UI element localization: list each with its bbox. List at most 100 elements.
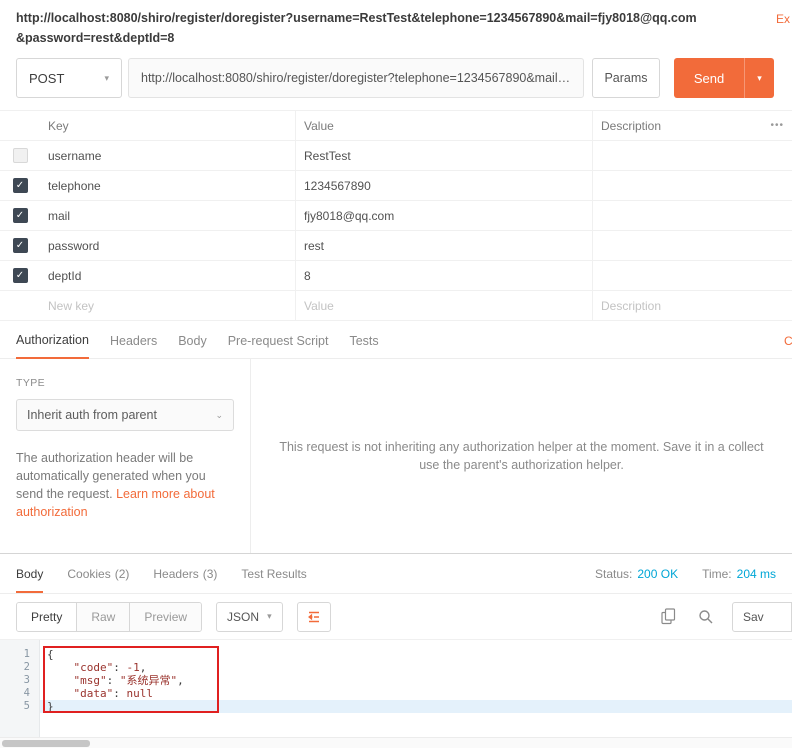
- column-header-key: Key: [40, 111, 295, 140]
- row-checkbox[interactable]: ✓: [13, 178, 28, 193]
- new-row-checkbox-cell: [0, 291, 40, 320]
- auth-message-line2: use the parent's authorization helper.: [279, 456, 763, 474]
- beautify-icon: [306, 610, 322, 624]
- response-tabs: Body Cookies (2) Headers (3) Test Result…: [0, 554, 792, 594]
- line-number: 3: [0, 674, 39, 687]
- new-param-description-placeholder[interactable]: Description: [592, 291, 792, 320]
- tab-body[interactable]: Body: [178, 334, 207, 358]
- param-key[interactable]: mail: [40, 201, 295, 230]
- new-param-value-placeholder[interactable]: Value: [295, 291, 592, 320]
- language-value: JSON: [227, 610, 259, 624]
- send-button[interactable]: Send: [674, 58, 744, 98]
- code-line[interactable]: "data": null: [40, 687, 792, 700]
- examples-link[interactable]: Ex: [776, 12, 792, 26]
- chevron-down-icon: ▾: [104, 73, 109, 84]
- params-button[interactable]: Params: [592, 58, 660, 98]
- param-value[interactable]: fjy8018@qq.com: [295, 201, 592, 230]
- view-mode-switcher: Pretty Raw Preview: [16, 602, 202, 632]
- check-icon: ✓: [16, 211, 24, 221]
- param-description[interactable]: [592, 171, 792, 200]
- authorization-message-panel: This request is not inheriting any autho…: [251, 359, 792, 553]
- auth-message-line1: This request is not inheriting any autho…: [279, 438, 763, 456]
- params-table: Key Value Description ••• ✓ username Res…: [0, 110, 792, 321]
- response-tab-headers[interactable]: Headers (3): [153, 554, 217, 593]
- request-url-header: http://localhost:8080/shiro/register/dor…: [0, 0, 792, 52]
- code-line[interactable]: }: [40, 700, 792, 713]
- time-label: Time:: [702, 567, 732, 581]
- row-checkbox[interactable]: ✓: [13, 238, 28, 253]
- param-key[interactable]: telephone: [40, 171, 295, 200]
- more-options-icon[interactable]: •••: [770, 120, 784, 131]
- response-language-select[interactable]: JSON ▾: [216, 602, 283, 632]
- column-header-value: Value: [295, 111, 592, 140]
- check-icon: ✓: [16, 241, 24, 251]
- param-description[interactable]: [592, 141, 792, 170]
- row-checkbox[interactable]: ✓: [13, 268, 28, 283]
- param-key[interactable]: username: [40, 141, 295, 170]
- auth-inherit-message: This request is not inheriting any autho…: [279, 438, 763, 474]
- param-description[interactable]: [592, 201, 792, 230]
- copy-button[interactable]: [658, 607, 678, 627]
- tab-label: Cookies: [67, 567, 110, 581]
- send-button-group: Send ▾: [674, 58, 774, 98]
- save-response-button[interactable]: Sav: [732, 602, 792, 632]
- view-mode-pretty[interactable]: Pretty: [17, 603, 77, 631]
- response-tab-test-results[interactable]: Test Results: [241, 554, 306, 593]
- param-key[interactable]: password: [40, 231, 295, 260]
- beautify-button[interactable]: [297, 602, 331, 632]
- table-header-row: Key Value Description •••: [0, 111, 792, 141]
- cookies-code-link[interactable]: C: [784, 334, 792, 348]
- param-key[interactable]: deptId: [40, 261, 295, 290]
- tab-label: Body: [16, 567, 43, 581]
- response-body-editor[interactable]: 12345 { "code": -1, "msg": "系统异常", "data…: [0, 640, 792, 737]
- method-label: POST: [29, 71, 64, 86]
- search-button[interactable]: [696, 607, 716, 627]
- row-checkbox[interactable]: ✓: [13, 208, 28, 223]
- param-description[interactable]: [592, 231, 792, 260]
- new-param-key-placeholder[interactable]: New key: [40, 291, 295, 320]
- description-label: Description: [601, 119, 661, 133]
- view-mode-raw[interactable]: Raw: [77, 603, 130, 631]
- scrollbar-thumb[interactable]: [2, 740, 90, 747]
- table-row: ✓ username RestTest: [0, 141, 792, 171]
- new-param-row: New key Value Description: [0, 291, 792, 321]
- code-lines[interactable]: { "code": -1, "msg": "系统异常", "data": nul…: [40, 640, 792, 737]
- row-checkbox[interactable]: ✓: [13, 148, 28, 163]
- send-options-caret[interactable]: ▾: [744, 58, 774, 98]
- param-value[interactable]: rest: [295, 231, 592, 260]
- code-line[interactable]: "msg": "系统异常",: [40, 674, 792, 687]
- horizontal-scrollbar: [0, 737, 792, 748]
- tab-authorization[interactable]: Authorization: [16, 333, 89, 359]
- search-icon: [698, 609, 714, 625]
- tab-count-badge: (2): [115, 567, 130, 581]
- view-mode-preview[interactable]: Preview: [130, 603, 201, 631]
- param-value[interactable]: 8: [295, 261, 592, 290]
- param-value[interactable]: 1234567890: [295, 171, 592, 200]
- auth-note: The authorization header will be automat…: [16, 449, 230, 521]
- response-status-area: Status: 200 OK Time: 204 ms: [595, 554, 776, 593]
- line-number: 2: [0, 661, 39, 674]
- check-icon: ✓: [16, 271, 24, 281]
- response-tab-cookies[interactable]: Cookies (2): [67, 554, 129, 593]
- check-icon: ✓: [16, 181, 24, 191]
- tab-tests[interactable]: Tests: [349, 334, 378, 358]
- code-line[interactable]: "code": -1,: [40, 661, 792, 674]
- url-input[interactable]: http://localhost:8080/shiro/register/dor…: [128, 58, 584, 98]
- table-row: ✓ telephone 1234567890: [0, 171, 792, 201]
- request-tabs: Authorization Headers Body Pre-request S…: [0, 325, 792, 359]
- status-label: Status:: [595, 567, 632, 581]
- request-bar: POST ▾ http://localhost:8080/shiro/regis…: [0, 52, 792, 110]
- table-row: ✓ deptId 8: [0, 261, 792, 291]
- response-tab-body[interactable]: Body: [16, 554, 43, 593]
- chevron-down-icon: ⌄: [215, 410, 223, 421]
- tab-pre-request-script[interactable]: Pre-request Script: [228, 334, 329, 358]
- param-value[interactable]: RestTest: [295, 141, 592, 170]
- tab-count-badge: (3): [203, 567, 218, 581]
- param-description[interactable]: [592, 261, 792, 290]
- tab-headers[interactable]: Headers: [110, 334, 157, 358]
- code-line[interactable]: {: [40, 648, 792, 661]
- header-checkbox-cell: [0, 111, 40, 140]
- table-row: ✓ mail fjy8018@qq.com: [0, 201, 792, 231]
- method-select[interactable]: POST ▾: [16, 58, 122, 98]
- auth-type-select[interactable]: Inherit auth from parent ⌄: [16, 399, 234, 431]
